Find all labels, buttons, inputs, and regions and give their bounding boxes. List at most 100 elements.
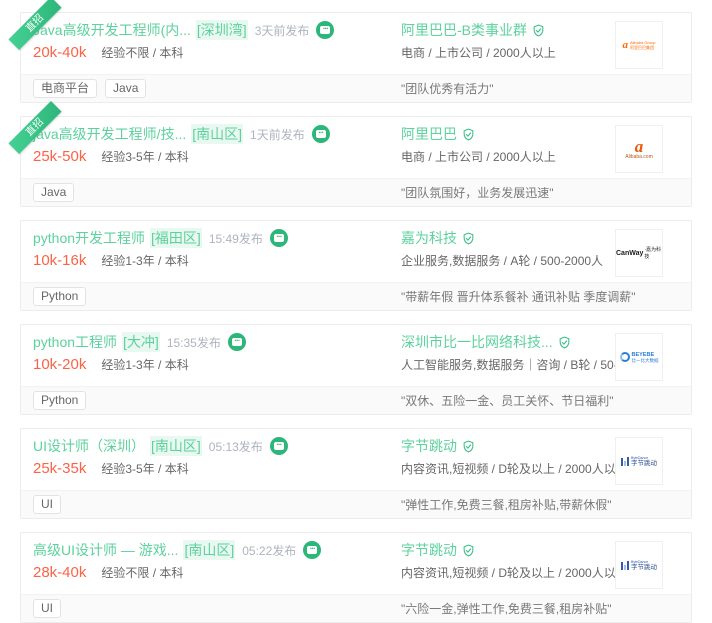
job-summary: python工程师 [大冲] 15:35发布 10k-20k 经验1-3年 / … [33,332,401,374]
job-tags: Python [33,391,401,410]
company-name[interactable]: 阿里巴巴-B类事业群 [401,20,527,40]
job-card[interactable]: 直招 Java高级开发工程师(内... [深圳湾] 3天前发布 20k-40k … [20,12,692,103]
job-title[interactable]: java高级开发工程师/技... [33,124,186,144]
job-title[interactable]: 高级UI设计师 — 游戏... [33,540,178,560]
verified-shield-icon [532,24,545,37]
job-summary: 高级UI设计师 — 游戏... [南山区] 05:22发布 28k-40k 经验… [33,540,401,582]
company-row: 阿里巴巴-B类事业群 [401,20,607,40]
job-card-footer: 电商平台Java "团队优秀有活力" [21,74,691,102]
job-title[interactable]: Java高级开发工程师(内... [33,20,191,40]
company-name[interactable]: 嘉为科技 [401,228,457,248]
job-salary: 28k-40k [33,564,86,581]
company-summary: 深圳市比一比网络科技... 人工智能服务,数据服务｜咨询 / B轮 / 50-1… [401,332,607,374]
beyebe-mark-icon [620,352,630,362]
company-row: 字节跳动 [401,436,607,456]
company-name[interactable]: 阿里巴巴 [401,124,457,144]
job-location: [深圳湾] [196,20,248,40]
job-title-row: python工程师 [大冲] 15:35发布 [33,332,401,352]
verified-shield-icon [462,440,475,453]
logo-text: ByteDance字节跳动 [631,560,657,571]
job-requirements: 经验3-5年 / 本科 [101,148,188,165]
job-tags: UI [33,495,401,514]
canway-wordmark: CanWay [616,250,643,257]
logo-text: Alibaba Group阿里巴巴集团 [630,40,656,50]
job-quote: "带薪年假 晋升体系餐补 通讯补贴 季度调薪" [401,288,679,305]
job-card-footer: Python "双休、五险一金、员工关怀、节日福利" [21,386,691,414]
job-card[interactable]: UI设计师（深圳） [南山区] 05:13发布 25k-35k 经验3-5年 /… [20,428,692,519]
job-card-main: Java高级开发工程师(内... [深圳湾] 3天前发布 20k-40k 经验不… [21,13,691,74]
job-salary-row: 10k-20k 经验1-3年 / 本科 [33,356,401,374]
chat-icon[interactable] [270,229,288,247]
job-card[interactable]: python开发工程师 [福田区] 15:49发布 10k-16k 经验1-3年… [20,220,692,311]
job-quote: "双休、五险一金、员工关怀、节日福利" [401,392,679,409]
job-quote: "团队氛围好，业务发展迅速" [401,184,679,201]
job-title[interactable]: UI设计师（深圳） [33,436,145,456]
company-logo[interactable]: ByteDance字节跳动 [615,541,663,589]
job-card[interactable]: 直招 java高级开发工程师/技... [南山区] 1天前发布 25k-50k … [20,116,692,207]
company-name[interactable]: 字节跳动 [401,436,457,456]
job-title[interactable]: python开发工程师 [33,228,145,248]
job-card-main: java高级开发工程师/技... [南山区] 1天前发布 25k-50k 经验3… [21,117,691,178]
verified-shield-icon [558,336,571,349]
chat-bubble-icon [316,130,326,138]
company-logo[interactable]: CanWay·嘉为科技 [615,229,663,277]
bytedance-logo: ByteDance字节跳动 [621,456,657,467]
job-requirements: 经验不限 / 本科 [101,564,183,581]
chat-icon[interactable] [303,541,321,559]
job-location: [福田区] [150,228,202,248]
job-summary: UI设计师（深圳） [南山区] 05:13发布 25k-35k 经验3-5年 /… [33,436,401,478]
company-summary: 字节跳动 内容资讯,短视频 / D轮及以上 / 2000人以上 [401,436,607,478]
job-title-row: Java高级开发工程师(内... [深圳湾] 3天前发布 [33,20,401,40]
alibaba-mark-icon: a [622,40,628,50]
job-card-main: UI设计师（深圳） [南山区] 05:13发布 25k-35k 经验3-5年 /… [21,429,691,490]
job-quote: "团队优秀有活力" [401,80,679,97]
company-row: 深圳市比一比网络科技... [401,332,607,352]
verified-shield-icon [462,232,475,245]
job-card-main: python开发工程师 [福田区] 15:49发布 10k-16k 经验1-3年… [21,221,691,282]
chat-icon[interactable] [270,437,288,455]
job-title[interactable]: python工程师 [33,332,117,352]
job-summary: java高级开发工程师/技... [南山区] 1天前发布 25k-50k 经验3… [33,124,401,166]
bytedance-logo: ByteDance字节跳动 [621,560,657,571]
chat-icon[interactable] [228,333,246,351]
job-salary: 20k-40k [33,44,86,61]
chat-icon[interactable] [316,21,334,39]
chat-bubble-icon [307,546,317,554]
job-salary-row: 25k-35k 经验3-5年 / 本科 [33,460,401,478]
job-tags: UI [33,599,401,618]
job-card[interactable]: python工程师 [大冲] 15:35发布 10k-20k 经验1-3年 / … [20,324,692,415]
job-location: [南山区] [150,436,202,456]
job-title-row: python开发工程师 [福田区] 15:49发布 [33,228,401,248]
chat-icon[interactable] [312,125,330,143]
company-row: 阿里巴巴 [401,124,607,144]
company-logo[interactable]: aAlibaba.com [615,125,663,173]
job-summary: python开发工程师 [福田区] 15:49发布 10k-16k 经验1-3年… [33,228,401,270]
company-name[interactable]: 字节跳动 [401,540,457,560]
job-salary-row: 28k-40k 经验不限 / 本科 [33,564,401,582]
logo-text: ByteDance字节跳动 [631,456,657,467]
job-title-row: java高级开发工程师/技... [南山区] 1天前发布 [33,124,401,144]
company-logo[interactable]: BEYEBE比一比大数据 [615,333,663,381]
logo-text: BEYEBE比一比大数据 [632,352,659,363]
job-card[interactable]: 高级UI设计师 — 游戏... [南山区] 05:22发布 28k-40k 经验… [20,532,692,623]
job-card-main: python工程师 [大冲] 15:35发布 10k-20k 经验1-3年 / … [21,325,691,386]
job-tag: 电商平台 [33,79,97,98]
company-info: 内容资讯,短视频 / D轮及以上 / 2000人以上 [401,564,607,582]
job-requirements: 经验1-3年 / 本科 [101,356,188,373]
job-quote: "弹性工作,免费三餐,租房补贴,带薪休假" [401,496,679,513]
job-requirements: 经验1-3年 / 本科 [101,252,188,269]
job-tag: Python [33,391,86,410]
company-info: 人工智能服务,数据服务｜咨询 / B轮 / 50-150人 [401,356,607,374]
job-location: [大冲] [122,332,160,352]
job-publish-time: 15:49发布 [209,230,263,247]
job-requirements: 经验3-5年 / 本科 [101,460,188,477]
company-logo[interactable]: aAlibaba Group阿里巴巴集团 [615,21,663,69]
bytedance-bars-icon [621,457,629,466]
job-salary-row: 10k-16k 经验1-3年 / 本科 [33,252,401,270]
company-name[interactable]: 深圳市比一比网络科技... [401,332,553,352]
job-publish-time: 05:13发布 [209,438,263,455]
company-logo[interactable]: ByteDance字节跳动 [615,437,663,485]
company-row: 嘉为科技 [401,228,607,248]
job-summary: Java高级开发工程师(内... [深圳湾] 3天前发布 20k-40k 经验不… [33,20,401,62]
job-location: [南山区] [191,124,243,144]
